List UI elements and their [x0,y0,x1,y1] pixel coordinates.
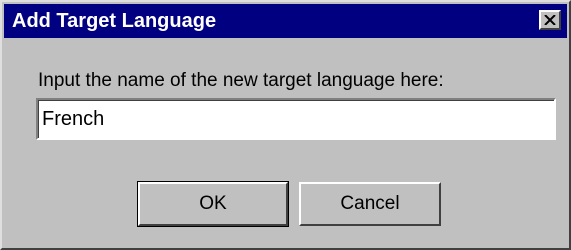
ok-button[interactable]: OK [137,181,289,227]
cancel-button-label: Cancel [340,193,400,214]
close-icon [544,15,556,25]
target-language-input[interactable] [36,98,556,140]
dialog-title: Add Target Language [12,10,217,32]
title-bar[interactable]: Add Target Language [4,4,567,38]
add-target-language-dialog: Add Target Language Input the name of th… [0,0,571,250]
ok-button-label: OK [199,193,227,214]
close-button[interactable] [539,10,561,30]
prompt-label: Input the name of the new target languag… [38,70,444,91]
cancel-button[interactable]: Cancel [299,182,441,226]
